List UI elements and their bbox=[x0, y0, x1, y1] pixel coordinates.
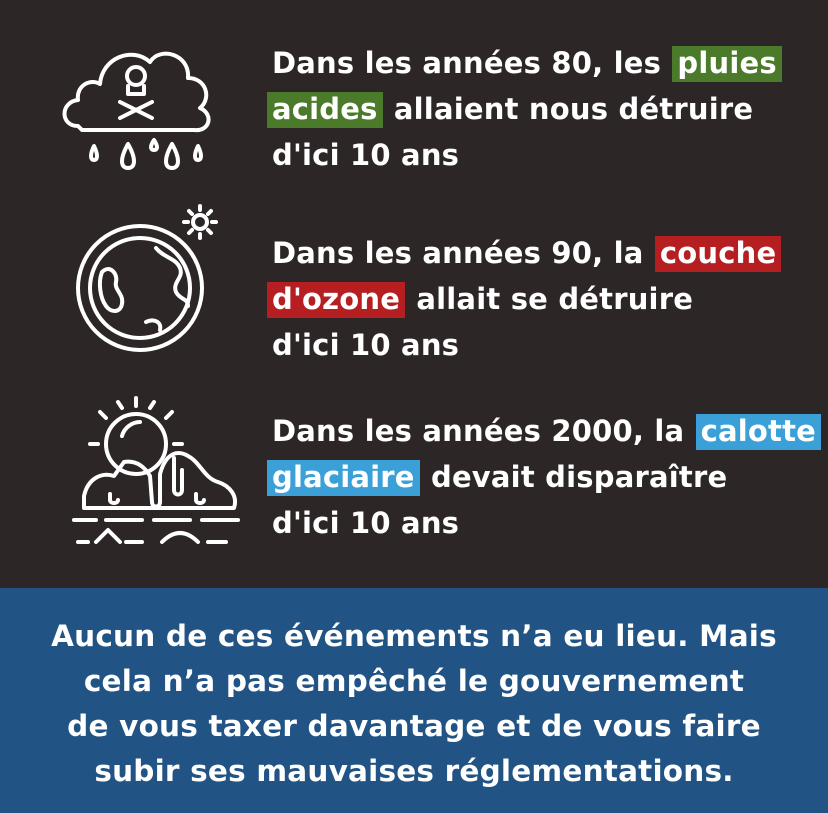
acid-rain-cloud-icon bbox=[56, 36, 216, 186]
conclusion-line-1: Aucun de ces événements n’a eu lieu. Mai… bbox=[51, 619, 777, 653]
line-text: allait se détruire bbox=[406, 282, 694, 316]
ozone-earth-icon bbox=[76, 202, 236, 362]
line-text: d'ici 10 ans bbox=[272, 138, 460, 172]
melting-ice-cap-icon bbox=[66, 386, 246, 556]
conclusion-line-3: de vous taxer davantage et de vous faire bbox=[67, 709, 761, 743]
ice-cap-line-3: d'ici 10 ans bbox=[272, 500, 822, 546]
ice-cap-line-2: glaciaire devait disparaître bbox=[267, 454, 822, 500]
conclusion-line-4: subir ses mauvaises réglementations. bbox=[94, 754, 734, 788]
conclusion-text: Aucun de ces événements n’a eu lieu. Mai… bbox=[0, 614, 828, 794]
line-text: devait disparaître bbox=[420, 460, 728, 494]
highlight-glaciaire: glaciaire bbox=[267, 460, 420, 496]
ozone-item: Dans les années 90, la couche d'ozone al… bbox=[0, 196, 828, 386]
ozone-line-3: d'ici 10 ans bbox=[272, 322, 782, 368]
ice-cap-text: Dans les années 2000, la calotte glaciai… bbox=[267, 408, 822, 546]
highlight-calotte: calotte bbox=[695, 414, 822, 450]
acid-rain-line-3: d'ici 10 ans bbox=[272, 132, 783, 178]
acid-rain-line-1: Dans les années 80, les pluies bbox=[272, 40, 783, 86]
line-text: Dans les années 2000, la bbox=[272, 414, 695, 448]
line-text: d'ici 10 ans bbox=[272, 328, 460, 362]
ozone-line-1: Dans les années 90, la couche bbox=[272, 230, 782, 276]
line-text: d'ici 10 ans bbox=[272, 506, 460, 540]
highlight-acides: acides bbox=[267, 92, 383, 128]
conclusion-banner: Aucun de ces événements n’a eu lieu. Mai… bbox=[0, 588, 828, 813]
line-text: allaient nous détruire bbox=[383, 92, 754, 126]
line-text: Dans les années 80, les bbox=[272, 46, 672, 80]
ozone-line-2: d'ozone allait se détruire bbox=[267, 276, 782, 322]
conclusion-line-2: cela n’a pas empêché le gouvernement bbox=[83, 664, 745, 698]
highlight-pluies: pluies bbox=[672, 46, 782, 82]
highlight-couche: couche bbox=[654, 236, 782, 272]
acid-rain-text: Dans les années 80, les pluies acides al… bbox=[267, 40, 783, 178]
ice-cap-item: Dans les années 2000, la calotte glaciai… bbox=[0, 386, 828, 588]
top-section: Dans les années 80, les pluies acides al… bbox=[0, 0, 828, 588]
ice-cap-line-1: Dans les années 2000, la calotte bbox=[272, 408, 822, 454]
acid-rain-line-2: acides allaient nous détruire bbox=[267, 86, 783, 132]
line-text: Dans les années 90, la bbox=[272, 236, 654, 270]
acid-rain-item: Dans les années 80, les pluies acides al… bbox=[0, 0, 828, 196]
highlight-ozone: d'ozone bbox=[267, 282, 406, 318]
ozone-text: Dans les années 90, la couche d'ozone al… bbox=[267, 230, 782, 368]
